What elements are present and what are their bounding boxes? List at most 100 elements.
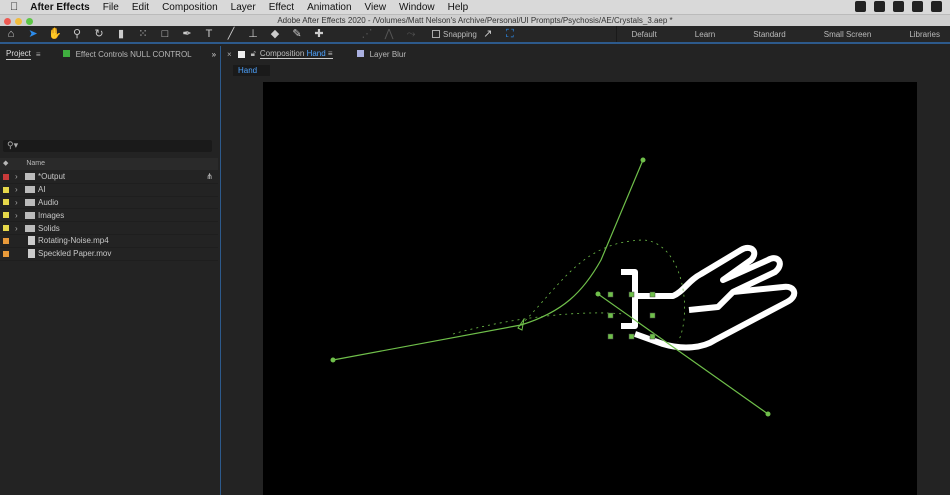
expand-chevron-icon[interactable]: ›	[15, 185, 25, 194]
menu-view[interactable]: View	[365, 2, 387, 13]
tab-composition-hand[interactable]: Composition Hand ≡	[259, 49, 333, 59]
project-item[interactable]: › Solids	[0, 222, 218, 235]
clone-stamp-tool-icon[interactable]: ⊥	[246, 28, 260, 40]
pan-behind-tool-icon[interactable]: ⁙	[136, 28, 150, 40]
status-icon[interactable]	[893, 1, 904, 12]
zoom-tool-icon[interactable]: ⚲	[70, 28, 84, 40]
pen-tool-icon[interactable]: ✒	[180, 28, 194, 40]
project-item-name: Audio	[38, 197, 59, 207]
composition-viewer[interactable]	[263, 82, 917, 495]
minimize-window-button[interactable]	[15, 18, 22, 25]
snapping-toggle[interactable]: Snapping	[432, 30, 477, 39]
menu-effect[interactable]: Effect	[269, 2, 294, 13]
project-item[interactable]: › AI	[0, 184, 218, 197]
type-tool-icon[interactable]: T	[202, 28, 216, 40]
label-color-icon[interactable]	[3, 250, 9, 257]
snap-feature-icon[interactable]: ↗	[481, 28, 495, 40]
folder-icon	[25, 173, 35, 181]
label-color-icon[interactable]	[3, 186, 9, 193]
label-tag-icon[interactable]: ◆	[3, 160, 8, 167]
project-item[interactable]: › Images	[0, 209, 218, 223]
workspace-standard[interactable]: Standard	[753, 30, 785, 39]
label-color-icon[interactable]	[3, 237, 9, 244]
status-icon[interactable]	[855, 1, 866, 12]
menu-animation[interactable]: Animation	[307, 2, 351, 13]
label-color-icon[interactable]	[3, 225, 9, 232]
zoom-window-button[interactable]	[26, 18, 33, 25]
workspace-learn[interactable]: Learn	[695, 30, 715, 39]
roto-brush-tool-icon[interactable]: ✎	[290, 28, 304, 40]
project-item-name: Solids	[38, 223, 60, 233]
camera-tool-icon[interactable]: ▮	[114, 28, 128, 40]
menu-file[interactable]: File	[103, 2, 119, 13]
status-icon[interactable]	[912, 1, 923, 12]
menu-edit[interactable]: Edit	[132, 2, 149, 13]
hand-graphic	[621, 244, 798, 351]
eraser-tool-icon[interactable]: ◆	[268, 28, 282, 40]
status-icon[interactable]	[874, 1, 885, 12]
folder-icon	[25, 211, 35, 219]
tab-effect-controls[interactable]: Effect Controls NULL CONTROL	[62, 49, 192, 59]
search-icon: ⚲▾	[7, 140, 19, 150]
lock-icon[interactable]: 🔓︎	[251, 49, 256, 59]
workspace-switcher: Default Learn Standard Small Screen Libr…	[616, 26, 950, 42]
project-item[interactable]: › Audio	[0, 197, 218, 210]
apple-icon[interactable]: 	[10, 1, 18, 13]
selection-tool-icon[interactable]: ➤	[26, 28, 40, 40]
project-search-input[interactable]: ⚲▾	[3, 140, 212, 152]
menu-window[interactable]: Window	[399, 2, 435, 13]
home-icon[interactable]: ⌂	[4, 28, 18, 40]
hand-tool-icon[interactable]: ✋	[48, 28, 62, 40]
axis-mode-icon[interactable]: ⋰	[360, 28, 374, 40]
expand-chevron-icon[interactable]: ›	[15, 198, 25, 207]
label-color-icon[interactable]	[3, 212, 9, 219]
rotate-tool-icon[interactable]: ↻	[92, 28, 106, 40]
label-color-icon[interactable]	[3, 199, 9, 206]
null-control-handles	[607, 291, 656, 340]
menu-layer[interactable]: Layer	[231, 2, 256, 13]
workspace-default[interactable]: Default	[631, 30, 656, 39]
file-icon	[28, 236, 35, 246]
status-icons	[855, 1, 942, 12]
status-icon[interactable]	[931, 1, 942, 12]
panel-menu-icon[interactable]: ≡	[36, 50, 41, 59]
tab-layer-blur[interactable]: Layer Blur	[356, 49, 406, 59]
label-color-icon	[62, 49, 70, 57]
project-item[interactable]: › *Output ⋔	[0, 171, 218, 184]
snap-edges-icon[interactable]: ⛶	[503, 28, 517, 40]
workspace-libraries[interactable]: Libraries	[909, 30, 940, 39]
workspace-small-screen[interactable]: Small Screen	[824, 30, 872, 39]
column-name[interactable]: Name	[26, 160, 45, 167]
flowchart-icon[interactable]: ⋔	[206, 172, 213, 181]
label-color-icon	[356, 49, 364, 57]
world-axis-icon[interactable]: ⋀	[382, 28, 396, 40]
project-item-name: Speckled Paper.mov	[38, 249, 112, 259]
puppet-pin-tool-icon[interactable]: ✚	[312, 28, 326, 40]
file-icon	[28, 249, 35, 259]
rectangle-tool-icon[interactable]: □	[158, 28, 172, 40]
snapping-label: Snapping	[443, 29, 477, 39]
project-item[interactable]: Speckled Paper.mov	[0, 248, 218, 261]
snapping-checkbox[interactable]	[432, 30, 440, 38]
tab-project[interactable]: Project	[6, 49, 31, 60]
project-item-name: AI	[38, 185, 46, 195]
window-title-bar: Adobe After Effects 2020 - /Volumes/Matt…	[0, 14, 950, 26]
label-color-icon[interactable]	[3, 173, 9, 180]
menu-app[interactable]: After Effects	[30, 2, 89, 13]
tab-comp-name: Hand	[306, 49, 326, 58]
view-axis-icon[interactable]: ⤳	[404, 28, 418, 40]
close-window-button[interactable]	[4, 18, 11, 25]
expand-chevron-icon[interactable]: ›	[15, 172, 25, 181]
motion-path	[330, 157, 771, 417]
comp-flowchart-tab[interactable]: Hand	[233, 65, 270, 76]
expand-chevron-icon[interactable]: ›	[15, 211, 25, 220]
menu-composition[interactable]: Composition	[162, 2, 218, 13]
menu-help[interactable]: Help	[448, 2, 469, 13]
panel-overflow-icon[interactable]: »	[212, 50, 216, 59]
tab-prefix: Composition	[259, 49, 305, 58]
expand-chevron-icon[interactable]: ›	[15, 224, 25, 233]
project-item[interactable]: Rotating-Noise.mp4	[0, 235, 218, 248]
close-tab-icon[interactable]: ×	[227, 50, 232, 59]
brush-tool-icon[interactable]: ╱	[224, 28, 238, 40]
toolbar: ⌂ ➤ ✋ ⚲ ↻ ▮ ⁙ □ ✒ T ╱ ⊥ ◆ ✎ ✚ ⋰ ⋀ ⤳ Snap…	[0, 26, 950, 44]
